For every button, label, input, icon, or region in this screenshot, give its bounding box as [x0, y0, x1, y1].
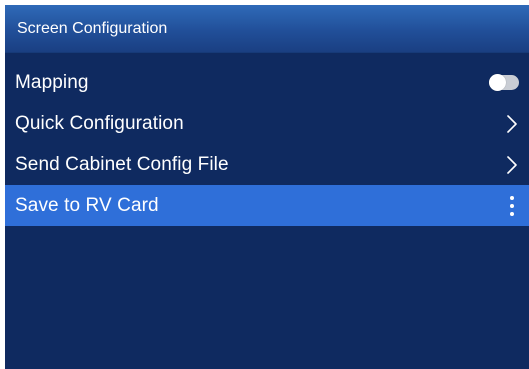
- screen-configuration-panel: Screen Configuration Mapping Quick Confi…: [5, 5, 529, 369]
- title-bar: Screen Configuration: [5, 5, 529, 53]
- menu-item-label: Send Cabinet Config File: [15, 153, 229, 175]
- menu-item-mapping[interactable]: Mapping: [5, 62, 529, 103]
- page-title: Screen Configuration: [17, 19, 168, 37]
- menu-item-save-to-rv-card[interactable]: Save to RV Card: [5, 185, 529, 226]
- toggle-knob: [489, 74, 506, 91]
- menu-item-send-cabinet-config-file[interactable]: Send Cabinet Config File: [5, 144, 529, 185]
- menu-list: Mapping Quick Configuration Send Cabinet…: [5, 62, 529, 226]
- menu-item-label: Save to RV Card: [15, 194, 159, 216]
- menu-item-quick-configuration[interactable]: Quick Configuration: [5, 103, 529, 144]
- more-vertical-icon[interactable]: [505, 194, 519, 218]
- mapping-toggle[interactable]: [489, 74, 519, 91]
- menu-item-label: Quick Configuration: [15, 112, 184, 134]
- menu-item-label: Mapping: [15, 71, 89, 93]
- chevron-right-icon: [505, 114, 519, 134]
- chevron-right-icon: [505, 155, 519, 175]
